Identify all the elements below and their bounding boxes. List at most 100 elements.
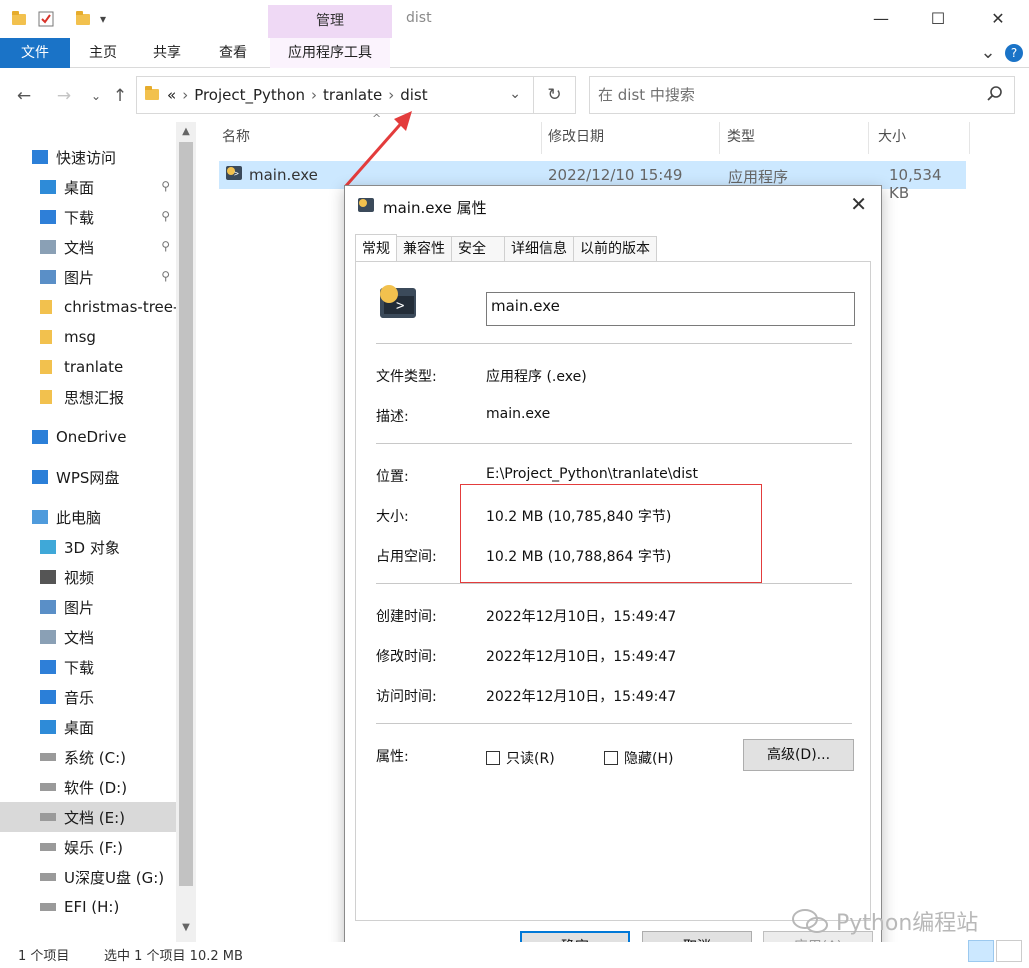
breadcrumb-dist[interactable]: dist — [400, 86, 427, 104]
file-modified: 2022/12/10 15:49 — [548, 166, 683, 184]
details-view-icon[interactable] — [968, 940, 994, 962]
minimize-button[interactable]: — — [858, 4, 904, 34]
sidebar-item-label: 此电脑 — [56, 508, 102, 527]
pin-icon[interactable]: ⚲ — [161, 209, 170, 223]
tab-home[interactable]: 主页 — [82, 38, 124, 68]
help-icon[interactable]: ? — [1004, 38, 1024, 68]
cloud-icon — [32, 470, 48, 484]
sidebar-item[interactable]: EFI (H:) — [0, 892, 176, 922]
sidebar-item[interactable]: 文档 ⚲ — [0, 232, 176, 262]
document-icon — [40, 240, 56, 254]
ribbon-expand-icon[interactable]: ⌄ — [976, 38, 1000, 68]
divider — [376, 723, 852, 724]
tab-share[interactable]: 共享 — [146, 38, 188, 68]
tab-view[interactable]: 查看 — [212, 38, 254, 68]
hidden-checkbox[interactable]: 隐藏(H) — [604, 748, 673, 768]
sidebar-scrollbar[interactable]: ▲ ▼ — [176, 122, 196, 942]
computer-icon — [32, 510, 48, 524]
breadcrumb-overflow[interactable]: « — [167, 86, 176, 104]
search-input[interactable] — [598, 85, 978, 105]
ribbon-tabs: 文件 主页 共享 查看 应用程序工具 ⌄ ? — [0, 38, 1029, 68]
search-icon[interactable] — [986, 85, 1004, 103]
breadcrumb-sep: › — [182, 86, 189, 104]
drive-icon — [40, 813, 56, 821]
search-box[interactable] — [589, 76, 1015, 114]
sidebar-item[interactable]: 娱乐 (F:) — [0, 832, 176, 862]
filename-field[interactable]: main.exe — [486, 292, 855, 326]
video-icon — [40, 570, 56, 584]
tab-application-tools[interactable]: 应用程序工具 — [270, 38, 390, 68]
tab-compatibility[interactable]: 兼容性 — [396, 236, 452, 262]
column-modified[interactable]: 修改日期 — [544, 122, 720, 154]
sidebar-item[interactable]: 思想汇报 — [0, 382, 176, 412]
column-size[interactable]: 大小 — [874, 122, 970, 154]
sidebar-item[interactable]: 桌面 ⚲ — [0, 172, 176, 202]
sidebar-item[interactable]: 文档 — [0, 622, 176, 652]
checkbox-box[interactable] — [604, 751, 618, 765]
maximize-button[interactable]: ☐ — [915, 4, 961, 34]
advanced-button[interactable]: 高级(D)... — [743, 739, 854, 771]
download-icon — [40, 660, 56, 674]
tab-general[interactable]: 常规 — [355, 234, 397, 262]
divider — [376, 443, 852, 444]
tab-manage[interactable]: 管理 — [268, 5, 392, 38]
sidebar-item[interactable]: 音乐 — [0, 682, 176, 712]
close-button[interactable]: ✕ — [975, 4, 1021, 34]
new-folder-quick-icon[interactable] — [76, 8, 90, 30]
sidebar-item-label: 图片 — [64, 268, 95, 287]
sidebar-item-label: 快速访问 — [56, 148, 117, 167]
sidebar-item[interactable]: 下载 — [0, 652, 176, 682]
refresh-icon[interactable]: ↻ — [533, 77, 575, 113]
forward-arrow-icon[interactable]: → — [52, 84, 76, 108]
dialog-close-icon[interactable]: ✕ — [850, 192, 867, 216]
sidebar-item[interactable]: 桌面 — [0, 712, 176, 742]
column-type[interactable]: 类型 — [723, 122, 869, 154]
sidebar-item-label: 文档 (E:) — [64, 808, 126, 827]
readonly-checkbox[interactable]: 只读(R) — [486, 748, 555, 768]
title-bar: ▾ 管理 dist — ☐ ✕ — [0, 0, 1029, 38]
sidebar-item[interactable]: tranlate — [0, 352, 176, 382]
properties-quick-icon[interactable] — [38, 8, 54, 30]
properties-dialog: main.exe 属性 ✕ 常规 兼容性 安全 详细信息 以前的版本 > mai… — [344, 185, 882, 968]
sidebar-item[interactable]: christmas-tree- — [0, 292, 176, 322]
tab-previous-versions[interactable]: 以前的版本 — [573, 236, 657, 262]
sidebar-item[interactable]: 下载 ⚲ — [0, 202, 176, 232]
tab-file[interactable]: 文件 — [0, 38, 70, 68]
large-icons-view-icon[interactable] — [996, 940, 1022, 962]
pin-icon[interactable]: ⚲ — [161, 239, 170, 253]
sidebar-item[interactable]: 视频 — [0, 562, 176, 592]
breadcrumb-project-python[interactable]: Project_Python — [194, 86, 305, 104]
size-on-disk-label: 占用空间: — [376, 549, 437, 565]
sidebar-item[interactable]: 3D 对象 — [0, 532, 176, 562]
quick-access-dropdown[interactable]: ▾ — [100, 8, 106, 30]
sidebar-item[interactable]: 图片 — [0, 592, 176, 622]
pin-icon[interactable]: ⚲ — [161, 269, 170, 283]
checkbox-box[interactable] — [486, 751, 500, 765]
sidebar-item[interactable]: 图片 ⚲ — [0, 262, 176, 292]
tab-security[interactable]: 安全 — [451, 236, 505, 262]
address-dropdown-icon[interactable]: ⌄ — [509, 86, 521, 102]
breadcrumb-tranlate[interactable]: tranlate — [323, 86, 382, 104]
scroll-down-icon[interactable]: ▼ — [176, 922, 196, 933]
navigation-pane: 快速访问 桌面 ⚲ 下载 ⚲ 文档 ⚲ 图片 ⚲ christmas-tree-msg tranla… — [0, 122, 176, 942]
svg-text:>: > — [234, 169, 239, 178]
up-arrow-icon[interactable]: ↑ — [108, 84, 132, 108]
sidebar-item[interactable]: 系统 (C:) — [0, 742, 176, 772]
location-label: 位置: — [376, 469, 409, 485]
scrollbar-thumb[interactable] — [179, 142, 193, 886]
sidebar-item[interactable]: 文档 (E:) — [0, 802, 176, 832]
sidebar-item[interactable]: U深度U盘 (G:) — [0, 862, 176, 892]
back-arrow-icon[interactable]: ← — [12, 84, 36, 108]
sidebar-item[interactable]: WPS网盘 — [0, 462, 176, 492]
sidebar-item[interactable]: 软件 (D:) — [0, 772, 176, 802]
tab-details[interactable]: 详细信息 — [504, 236, 574, 262]
sidebar-item[interactable]: 此电脑 — [0, 502, 176, 532]
sidebar-item[interactable]: 快速访问 — [0, 142, 176, 172]
scroll-up-icon[interactable]: ▲ — [176, 126, 196, 137]
recent-locations-icon[interactable]: ⌄ — [84, 84, 108, 108]
sidebar-item[interactable]: msg — [0, 322, 176, 352]
sidebar-item[interactable]: OneDrive — [0, 422, 176, 452]
desktop-icon — [40, 180, 56, 194]
pin-icon[interactable]: ⚲ — [161, 179, 170, 193]
folder-icon — [40, 330, 52, 344]
